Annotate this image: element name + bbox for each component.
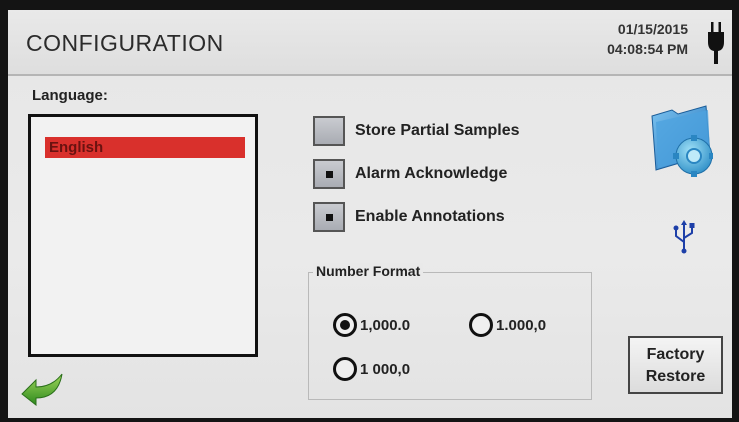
- number-format-label: 1.000,0: [496, 317, 547, 334]
- factory-restore-label-line1: Factory: [646, 346, 705, 363]
- alarm-acknowledge-label: Alarm Acknowledge: [355, 165, 508, 182]
- enable-annotations-checkbox[interactable]: [313, 202, 345, 232]
- language-item-english[interactable]: English: [45, 137, 245, 158]
- radio-selected-dot: [340, 320, 350, 330]
- time-text: 04:08:54 PM: [607, 41, 688, 57]
- number-format-label: 1 000,0: [360, 361, 411, 378]
- folder-gear-icon[interactable]: [648, 102, 714, 178]
- usb-icon: [673, 220, 695, 254]
- radio-button[interactable]: [333, 313, 357, 337]
- configuration-screen: CONFIGURATION 01/15/2015 04:08:54 PM Lan…: [8, 10, 732, 418]
- factory-restore-button[interactable]: Factory Restore: [628, 336, 723, 394]
- page-title: CONFIGURATION: [26, 30, 224, 56]
- store-partial-samples-label: Store Partial Samples: [355, 122, 520, 139]
- datetime-display: 01/15/2015 04:08:54 PM: [607, 19, 688, 59]
- number-format-legend: Number Format: [313, 263, 424, 279]
- store-partial-samples-checkbox[interactable]: [313, 116, 345, 146]
- language-list[interactable]: English: [28, 114, 258, 357]
- number-format-label: 1,000.0: [360, 317, 411, 334]
- radio-button[interactable]: [333, 357, 357, 381]
- enable-annotations-label: Enable Annotations: [355, 208, 505, 225]
- number-format-group: Number Format 1,000.0 1.000,0 1 000,0: [308, 263, 592, 400]
- plug-icon: [708, 22, 724, 64]
- header-bar: CONFIGURATION 01/15/2015 04:08:54 PM: [8, 10, 732, 76]
- date-text: 01/15/2015: [617, 21, 688, 37]
- check-mark-icon: [326, 214, 333, 221]
- language-label: Language:: [32, 87, 108, 104]
- radio-button[interactable]: [469, 313, 493, 337]
- check-mark-icon: [326, 171, 333, 178]
- back-arrow-icon[interactable]: [20, 372, 66, 406]
- factory-restore-label-line2: Restore: [645, 368, 706, 385]
- alarm-acknowledge-checkbox[interactable]: [313, 159, 345, 189]
